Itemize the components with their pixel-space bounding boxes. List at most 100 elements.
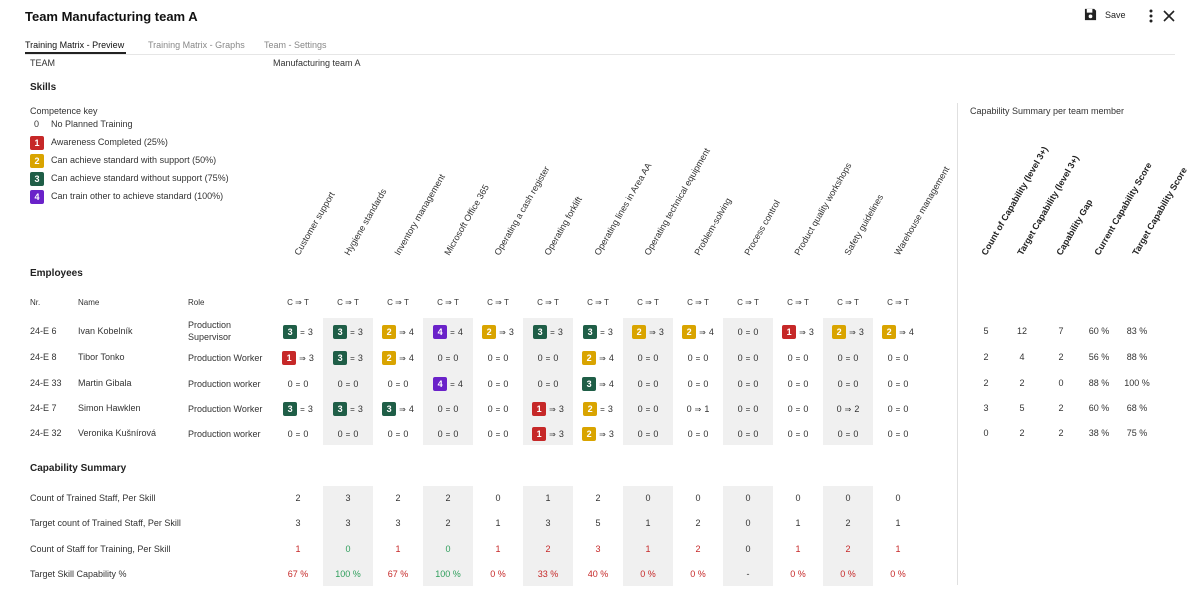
employee-name: Tibor Tonko — [78, 352, 125, 362]
matrix-cell[interactable]: 3 = 3 — [523, 322, 573, 342]
matrix-cell[interactable]: 0 = 0 — [873, 348, 923, 368]
matrix-cell[interactable]: 3 ⇒ 4 — [573, 374, 623, 394]
matrix-cell[interactable]: 0 = 0 — [873, 399, 923, 419]
summary-value: 1 — [545, 493, 551, 503]
close-icon[interactable] — [1162, 8, 1176, 24]
matrix-cell[interactable]: 3 = 3 — [573, 322, 623, 342]
matrix-cell[interactable]: 0 = 0 — [773, 374, 823, 394]
current-level: 0 — [737, 353, 743, 363]
summary-value: 0 — [745, 493, 751, 503]
matrix-cell[interactable]: 0 = 0 — [373, 424, 423, 444]
level-operator: ⇒ — [844, 404, 852, 414]
save-button[interactable]: Save — [1084, 8, 1126, 21]
matrix-cell[interactable]: 3 = 3 — [323, 399, 373, 419]
level-operator: = — [545, 353, 551, 363]
matrix-cell[interactable]: 0 = 0 — [723, 374, 773, 394]
matrix-cell[interactable]: 2 ⇒ 4 — [373, 322, 423, 342]
matrix-cell[interactable]: 0 = 0 — [473, 348, 523, 368]
summary-label: Target count of Trained Staff, Per Skill — [30, 518, 181, 528]
target-level: 0 — [753, 327, 759, 337]
matrix-cell[interactable]: 0 = 0 — [523, 348, 573, 368]
matrix-cell[interactable]: 0 = 0 — [373, 374, 423, 394]
matrix-cell[interactable]: 3 = 3 — [273, 399, 323, 419]
matrix-cell[interactable]: 0 = 0 — [673, 374, 723, 394]
tab-training-matrix-graphs[interactable]: Training Matrix - Graphs — [148, 40, 245, 50]
target-level: 0 — [303, 429, 309, 439]
matrix-cell[interactable]: 2 ⇒ 4 — [573, 348, 623, 368]
matrix-cell[interactable]: 0 = 0 — [473, 399, 523, 419]
current-level-badge: 2 — [832, 325, 847, 339]
matrix-cell[interactable]: 0 = 0 — [323, 374, 373, 394]
matrix-cell[interactable]: 0 = 0 — [723, 399, 773, 419]
current-level-badge: 2 — [482, 325, 497, 339]
matrix-cell[interactable]: 0 = 0 — [423, 424, 473, 444]
matrix-cell[interactable]: 2 ⇒ 4 — [873, 322, 923, 342]
target-level: 0 — [853, 429, 859, 439]
matrix-cell[interactable]: 0 = 0 — [273, 374, 323, 394]
current-level-badge: 3 — [333, 325, 348, 339]
matrix-cell[interactable]: 0 = 0 — [623, 374, 673, 394]
tab-training-matrix-preview[interactable]: Training Matrix - Preview — [25, 40, 124, 50]
matrix-cell[interactable]: 2 ⇒ 3 — [823, 322, 873, 342]
matrix-cell[interactable]: 0 = 0 — [473, 424, 523, 444]
matrix-cell[interactable]: 3 ⇒ 4 — [373, 399, 423, 419]
matrix-cell[interactable]: 0 = 0 — [523, 374, 573, 394]
matrix-cell[interactable]: 0 = 0 — [823, 424, 873, 444]
level-operator: = — [395, 429, 401, 439]
level-operator: = — [495, 353, 501, 363]
matrix-cell[interactable]: 0 ⇒ 2 — [823, 399, 873, 419]
matrix-cell[interactable]: 0 = 0 — [823, 374, 873, 394]
matrix-cell[interactable]: 0 = 0 — [473, 374, 523, 394]
matrix-cell[interactable]: 0 = 0 — [873, 424, 923, 444]
level-operator: = — [550, 327, 555, 337]
level-operator: = — [350, 353, 355, 363]
summary-value: 0 — [345, 544, 351, 554]
matrix-cell[interactable]: 0 = 0 — [823, 348, 873, 368]
matrix-cell[interactable]: 3 = 3 — [273, 322, 323, 342]
tab-team-settings[interactable]: Team - Settings — [264, 40, 327, 50]
matrix-cell[interactable]: 0 = 0 — [723, 322, 773, 342]
matrix-cell[interactable]: 0 = 0 — [273, 424, 323, 444]
matrix-cell[interactable]: 1 ⇒ 3 — [273, 348, 323, 368]
matrix-cell[interactable]: 3 = 3 — [323, 322, 373, 342]
matrix-cell[interactable]: 0 = 0 — [623, 424, 673, 444]
summary-value: 0 — [745, 544, 751, 554]
matrix-cell[interactable]: 0 = 0 — [423, 399, 473, 419]
level-operator: = — [300, 404, 305, 414]
current-level: 0 — [836, 404, 842, 414]
matrix-cell[interactable]: 0 = 0 — [623, 399, 673, 419]
matrix-cell[interactable]: 1 ⇒ 3 — [773, 322, 823, 342]
matrix-cell[interactable]: 0 = 0 — [873, 374, 923, 394]
matrix-cell[interactable]: 2 ⇒ 4 — [673, 322, 723, 342]
matrix-cell[interactable]: 2 ⇒ 3 — [623, 322, 673, 342]
matrix-cell[interactable]: 1 ⇒ 3 — [523, 399, 573, 419]
current-level: 0 — [637, 379, 643, 389]
matrix-cell[interactable]: 1 ⇒ 3 — [523, 424, 573, 444]
matrix-cell[interactable]: 2 ⇒ 4 — [373, 348, 423, 368]
matrix-cell[interactable]: 3 = 3 — [323, 348, 373, 368]
matrix-cell[interactable]: 0 = 0 — [323, 424, 373, 444]
key-label-2: Can achieve standard with support (50%) — [51, 155, 217, 165]
matrix-cell[interactable]: 0 = 0 — [673, 348, 723, 368]
matrix-cell[interactable]: 0 = 0 — [623, 348, 673, 368]
current-level: 0 — [787, 404, 793, 414]
matrix-cell[interactable]: 0 = 0 — [423, 348, 473, 368]
current-level-badge: 2 — [382, 351, 397, 365]
matrix-cell[interactable]: 0 = 0 — [773, 399, 823, 419]
key-label-3: Can achieve standard without support (75… — [51, 173, 229, 183]
matrix-cell[interactable]: 0 = 0 — [773, 424, 823, 444]
matrix-cell[interactable]: 0 = 0 — [723, 424, 773, 444]
matrix-cell[interactable]: 0 = 0 — [723, 348, 773, 368]
matrix-cell[interactable]: 0 ⇒ 1 — [673, 399, 723, 419]
target-level: 4 — [908, 327, 914, 337]
matrix-cell[interactable]: 4 = 4 — [423, 374, 473, 394]
matrix-cell[interactable]: 0 = 0 — [673, 424, 723, 444]
current-level: 0 — [387, 379, 393, 389]
matrix-cell[interactable]: 2 ⇒ 3 — [573, 424, 623, 444]
level-operator: ⇒ — [799, 327, 806, 337]
matrix-cell[interactable]: 2 = 3 — [573, 399, 623, 419]
matrix-cell[interactable]: 0 = 0 — [773, 348, 823, 368]
more-vertical-icon[interactable] — [1144, 8, 1158, 24]
matrix-cell[interactable]: 2 ⇒ 3 — [473, 322, 523, 342]
matrix-cell[interactable]: 4 = 4 — [423, 322, 473, 342]
